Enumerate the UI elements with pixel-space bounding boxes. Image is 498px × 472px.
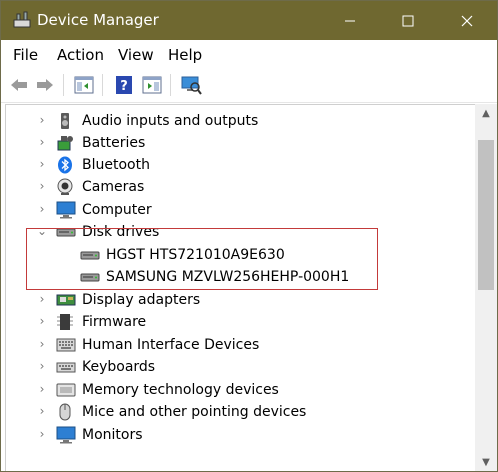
tree-item-computer[interactable]: › Computer — [6, 199, 476, 221]
camera-icon — [56, 178, 74, 196]
tree-item-label: Batteries — [82, 135, 146, 151]
properties-pane-icon[interactable] — [141, 74, 163, 96]
maximize-icon — [402, 15, 414, 26]
close-icon — [461, 15, 473, 26]
tree-item-bluetooth[interactable]: › Bluetooth — [6, 154, 476, 176]
tree-item-label: Bluetooth — [82, 157, 150, 173]
tree-item-firmware[interactable]: › Firmware — [6, 311, 476, 333]
tree-item-hid[interactable]: › Human Interface Devices — [6, 334, 476, 356]
window-title: Device Manager — [37, 11, 159, 29]
disk-drives-highlight — [26, 228, 378, 290]
keyboard-icon — [56, 336, 76, 354]
chevron-right-icon[interactable]: › — [36, 202, 48, 216]
device-manager-icon — [13, 11, 31, 29]
chip-icon — [56, 313, 74, 331]
tree-item-keyboards[interactable]: › Keyboards — [6, 356, 476, 378]
tree-item-label: Computer — [82, 202, 152, 218]
chevron-right-icon[interactable]: › — [36, 337, 48, 351]
chevron-right-icon[interactable]: › — [36, 404, 48, 418]
memory-card-icon — [56, 381, 76, 399]
mouse-icon — [56, 403, 74, 421]
tree-item-cameras[interactable]: › Cameras — [6, 176, 476, 198]
minimize-button[interactable] — [327, 1, 373, 40]
toolbar: ? — [1, 68, 497, 103]
tree-item-memory-technology[interactable]: › Memory technology devices — [6, 379, 476, 401]
show-hide-console-tree-icon[interactable] — [73, 74, 95, 96]
scroll-down-icon[interactable]: ▼ — [475, 453, 497, 471]
close-button[interactable] — [444, 1, 490, 40]
tree-item-audio[interactable]: › Audio inputs and outputs — [6, 110, 476, 132]
maximize-button[interactable] — [385, 1, 431, 40]
tree-item-label: Keyboards — [82, 359, 156, 375]
chevron-right-icon[interactable]: › — [36, 135, 48, 149]
speaker-icon — [56, 112, 74, 130]
menu-view[interactable]: View — [118, 46, 154, 64]
menu-file[interactable]: File — [13, 46, 38, 64]
back-arrow-icon[interactable] — [8, 74, 30, 96]
tree-item-label: Audio inputs and outputs — [82, 113, 259, 129]
toolbar-separator — [170, 74, 171, 96]
tree-item-monitors[interactable]: › Monitors — [6, 424, 476, 446]
device-manager-window: Device Manager File Action View Help ? ›… — [0, 0, 498, 472]
chevron-right-icon[interactable]: › — [36, 427, 48, 441]
keyboard-icon — [56, 358, 76, 376]
forward-arrow-icon[interactable] — [34, 74, 56, 96]
svg-text:?: ? — [120, 79, 128, 94]
title-bar: Device Manager — [1, 1, 497, 40]
display-adapter-icon — [56, 291, 76, 309]
scroll-up-icon[interactable]: ▲ — [475, 104, 497, 124]
minimize-icon — [345, 20, 355, 21]
tree-item-display-adapters[interactable]: › Display adapters — [6, 289, 476, 311]
chevron-right-icon[interactable]: › — [36, 157, 48, 171]
chevron-right-icon[interactable]: › — [36, 382, 48, 396]
chevron-right-icon[interactable]: › — [36, 113, 48, 127]
bluetooth-icon — [56, 156, 74, 174]
tree-item-label: Mice and other pointing devices — [82, 404, 307, 420]
menu-bar: File Action View Help — [1, 40, 497, 68]
chevron-right-icon[interactable]: › — [36, 179, 48, 193]
scan-hardware-icon[interactable] — [180, 74, 202, 96]
scrollbar-thumb[interactable] — [478, 140, 494, 290]
toolbar-separator — [102, 74, 103, 96]
tree-item-batteries[interactable]: › Batteries — [6, 132, 476, 154]
tree-item-label: Cameras — [82, 179, 145, 195]
help-icon[interactable]: ? — [113, 74, 135, 96]
tree-item-label: Human Interface Devices — [82, 337, 260, 353]
menu-action[interactable]: Action — [57, 46, 104, 64]
battery-icon — [56, 134, 74, 152]
toolbar-separator — [63, 74, 64, 96]
chevron-right-icon[interactable]: › — [36, 359, 48, 373]
tree-item-label: Firmware — [82, 314, 147, 330]
menu-help[interactable]: Help — [168, 46, 202, 64]
tree-item-mice[interactable]: › Mice and other pointing devices — [6, 401, 476, 423]
monitor-icon — [56, 201, 76, 219]
chevron-right-icon[interactable]: › — [36, 292, 48, 306]
vertical-scrollbar[interactable]: ▲ ▼ — [475, 104, 497, 471]
tree-item-label: Monitors — [82, 427, 143, 443]
monitor-icon — [56, 426, 76, 444]
tree-item-label: Memory technology devices — [82, 382, 279, 398]
chevron-right-icon[interactable]: › — [36, 314, 48, 328]
tree-item-label: Display adapters — [82, 292, 201, 308]
